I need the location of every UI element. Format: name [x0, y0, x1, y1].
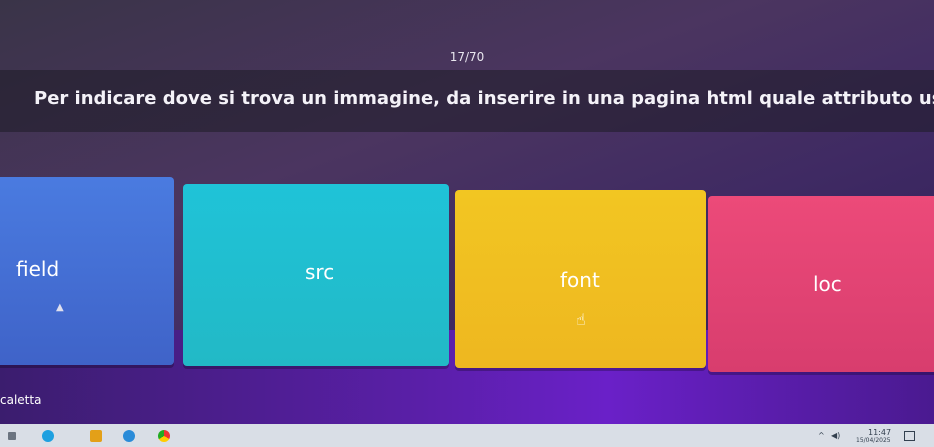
answer-label: src: [305, 260, 335, 284]
answer-src-button[interactable]: src: [183, 184, 449, 366]
taskbar: [0, 424, 934, 447]
answer-font-button[interactable]: font: [455, 190, 706, 368]
answer-loc-button[interactable]: loc: [708, 196, 934, 372]
notifications-icon[interactable]: [904, 431, 915, 441]
speaker-icon[interactable]: ◀): [831, 431, 840, 440]
answer-label: field: [16, 257, 60, 281]
footer-text: caletta: [0, 393, 42, 407]
clock-time: 11:47: [868, 428, 892, 437]
tray-arrow-icon[interactable]: ^: [818, 431, 825, 440]
folder-icon[interactable]: [90, 430, 102, 442]
question-text: Per indicare dove si trova un immagine, …: [34, 88, 934, 109]
answer-label: font: [560, 268, 600, 292]
question-counter: 17/70: [449, 50, 485, 64]
caret-up-icon: ▲: [56, 302, 64, 313]
start-icon[interactable]: [8, 432, 16, 440]
clock-date: 15/04/2025: [856, 437, 891, 444]
browser-icon[interactable]: [42, 430, 54, 442]
hand-pointer-icon: ☝: [576, 310, 586, 329]
chrome-icon[interactable]: [158, 430, 170, 442]
app-icon[interactable]: [123, 430, 135, 442]
answer-label: loc: [813, 272, 842, 296]
answer-field-button[interactable]: field: [0, 177, 174, 365]
